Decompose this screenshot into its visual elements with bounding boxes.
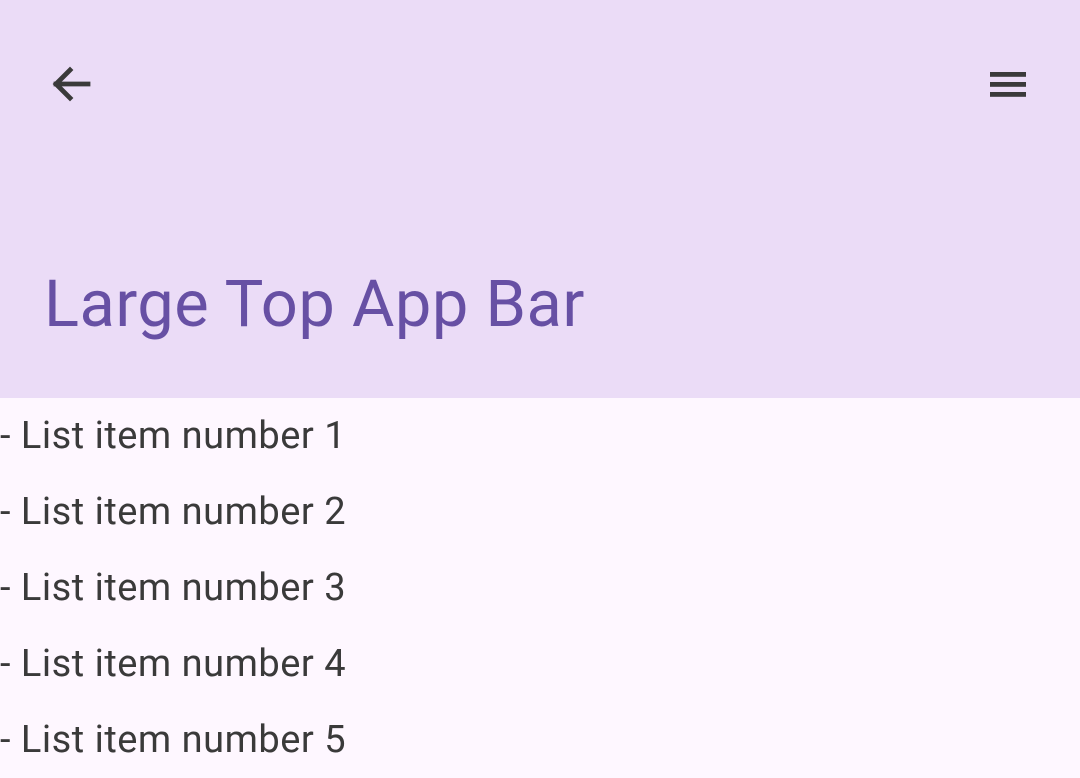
menu-button[interactable] [984,60,1032,108]
list-item: - List item number 2 [0,474,1080,550]
list-item: - List item number 3 [0,550,1080,626]
app-bar-actions-row [0,0,1080,108]
list-container: - List item number 1 - List item number … [0,398,1080,778]
list-item: - List item number 4 [0,626,1080,702]
page-title: Large Top App Bar [44,266,585,342]
arrow-back-icon [48,60,96,108]
back-button[interactable] [48,60,96,108]
list-item: - List item number 1 [0,398,1080,474]
menu-icon [984,60,1032,108]
list-item: - List item number 5 [0,702,1080,778]
large-top-app-bar: Large Top App Bar [0,0,1080,398]
